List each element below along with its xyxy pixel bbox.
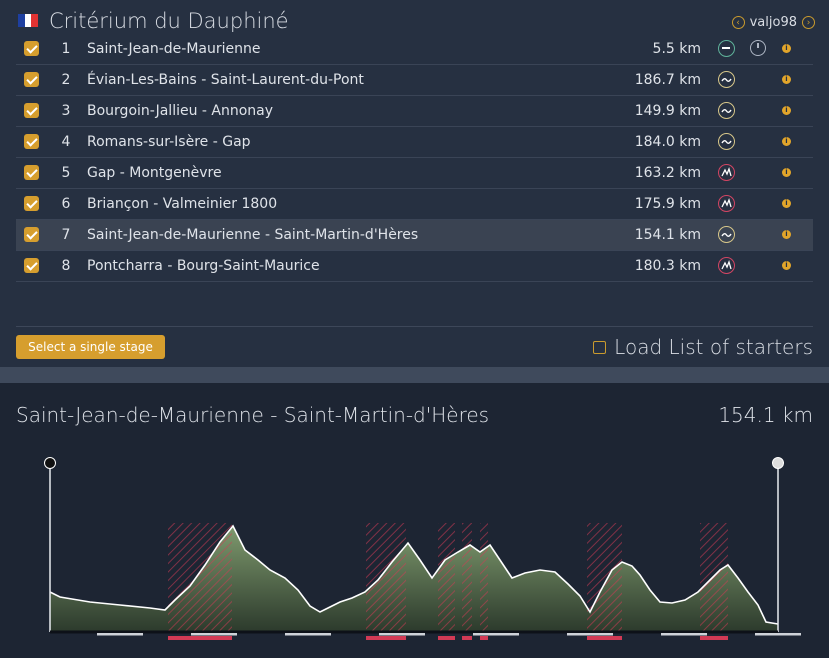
stage-checkbox[interactable]: [24, 258, 39, 273]
load-starters-toggle[interactable]: Load List of starters: [593, 335, 813, 359]
info-icon[interactable]: i: [782, 137, 791, 146]
hilly-stage-icon: [718, 133, 735, 150]
stage-distance: 175.9 km: [634, 196, 701, 212]
stage-checkbox[interactable]: [24, 41, 39, 56]
divider: [16, 326, 813, 327]
stage-name: Évian-Les-Bains - Saint-Laurent-du-Pont: [87, 72, 364, 88]
hilly-stage-icon: [718, 71, 735, 88]
climb-marker: [587, 636, 622, 640]
stage-number: 4: [61, 134, 71, 150]
france-flag-icon: [18, 14, 39, 27]
info-icon[interactable]: i: [782, 44, 791, 53]
stage-number: 3: [61, 103, 71, 119]
finish-marker-icon: [772, 457, 784, 469]
climb-section: [587, 523, 622, 632]
km-marker: [285, 633, 331, 636]
hilly-stage-icon: [718, 226, 735, 243]
stage-profile-panel: Saint-Jean-de-Maurienne - Saint-Martin-d…: [0, 383, 829, 658]
stage-row[interactable]: 2 Évian-Les-Bains - Saint-Laurent-du-Pont…: [16, 65, 813, 96]
previous-arrow-icon[interactable]: ‹: [731, 16, 745, 29]
flat-stage-icon: [718, 40, 735, 57]
stage-distance: 184.0 km: [634, 134, 701, 150]
climb-section: [366, 523, 406, 632]
climb-marker: [462, 636, 472, 640]
km-marker: [755, 633, 801, 636]
climb-section: [700, 523, 728, 632]
info-icon[interactable]: i: [782, 230, 791, 239]
mountain-stage-icon: [718, 164, 735, 181]
info-icon[interactable]: i: [782, 168, 791, 177]
info-icon[interactable]: i: [782, 199, 791, 208]
stage-row[interactable]: 6 Briançon - Valmeinier 1800 175.9 km i: [16, 189, 813, 220]
info-icon[interactable]: i: [782, 106, 791, 115]
stage-distance: 149.9 km: [634, 103, 701, 119]
stage-number: 1: [61, 41, 71, 57]
stage-row[interactable]: 5 Gap - Montgenèvre 163.2 km i: [16, 158, 813, 189]
climb-section: [462, 523, 472, 632]
mountain-stage-icon: [718, 195, 735, 212]
stage-name: Briançon - Valmeinier 1800: [87, 196, 278, 212]
km-marker: [379, 633, 425, 636]
stage-number: 7: [61, 227, 71, 243]
stage-name: Gap - Montgenèvre: [87, 165, 222, 181]
climb-section: [438, 523, 455, 632]
stage-name: Pontcharra - Bourg-Saint-Maurice: [87, 258, 320, 274]
stage-distance: 154.1 km: [634, 227, 701, 243]
stage-checkbox[interactable]: [24, 103, 39, 118]
climb-marker: [700, 636, 728, 640]
stage-checkbox[interactable]: [24, 165, 39, 180]
stage-distance: 186.7 km: [634, 72, 701, 88]
km-marker: [473, 633, 519, 636]
stage-row[interactable]: 7 Saint-Jean-de-Maurienne - Saint-Martin-…: [16, 220, 813, 251]
climb-marker: [366, 636, 406, 640]
stage-distance: 180.3 km: [634, 258, 701, 274]
next-arrow-icon[interactable]: ›: [802, 16, 815, 29]
climb-section: [480, 523, 488, 632]
stage-list: 1 Saint-Jean-de-Maurienne 5.5 km i 2 Évian-Le…: [16, 34, 813, 282]
climb-marker: [438, 636, 455, 640]
stage-name: Saint-Jean-de-Maurienne: [87, 41, 261, 57]
stage-distance: 5.5 km: [652, 41, 701, 57]
time-trial-clock-icon: [750, 40, 766, 56]
stage-checkbox[interactable]: [24, 72, 39, 87]
user-switcher: ‹ valjo98 ›: [731, 15, 815, 30]
km-marker: [97, 633, 143, 636]
stage-checkbox[interactable]: [24, 134, 39, 149]
info-icon[interactable]: i: [782, 261, 791, 270]
load-starters-checkbox[interactable]: [593, 340, 607, 354]
climb-marker: [480, 636, 488, 640]
profile-area: [50, 526, 778, 632]
stage-checkbox[interactable]: [24, 227, 39, 242]
stage-row[interactable]: 8 Pontcharra - Bourg-Saint-Maurice 180.3 k…: [16, 251, 813, 282]
stage-name: Bourgoin-Jallieu - Annonay: [87, 103, 274, 119]
km-marker: [191, 633, 237, 636]
stage-distance: 163.2 km: [634, 165, 701, 181]
username: valjo98: [749, 15, 797, 30]
stage-number: 5: [61, 165, 71, 181]
info-icon[interactable]: i: [782, 75, 791, 84]
load-starters-label: Load List of starters: [614, 335, 813, 359]
select-single-stage-button[interactable]: Select a single stage: [16, 335, 165, 359]
stage-name: Romans-sur-Isère - Gap: [87, 134, 251, 150]
stage-row[interactable]: 1 Saint-Jean-de-Maurienne 5.5 km i: [16, 34, 813, 65]
stage-number: 6: [61, 196, 71, 212]
km-marker: [567, 633, 613, 636]
hilly-stage-icon: [718, 102, 735, 119]
stage-name: Saint-Jean-de-Maurienne - Saint-Martin-d…: [87, 227, 419, 243]
start-marker-icon: [44, 457, 56, 469]
race-title: Critérium du Dauphiné: [49, 9, 289, 33]
km-marker: [661, 633, 707, 636]
section-band: [0, 367, 829, 383]
stage-row[interactable]: 4 Romans-sur-Isère - Gap 184.0 km i: [16, 127, 813, 158]
climb-marker: [168, 636, 232, 640]
stage-checkbox[interactable]: [24, 196, 39, 211]
stage-number: 8: [61, 258, 71, 274]
race-header: Critérium du Dauphiné ‹ valjo98 ›: [0, 0, 829, 38]
mountain-stage-icon: [718, 257, 735, 274]
stage-number: 2: [61, 72, 71, 88]
elevation-profile: [44, 457, 801, 640]
stage-row[interactable]: 3 Bourgoin-Jallieu - Annonay 149.9 km i: [16, 96, 813, 127]
